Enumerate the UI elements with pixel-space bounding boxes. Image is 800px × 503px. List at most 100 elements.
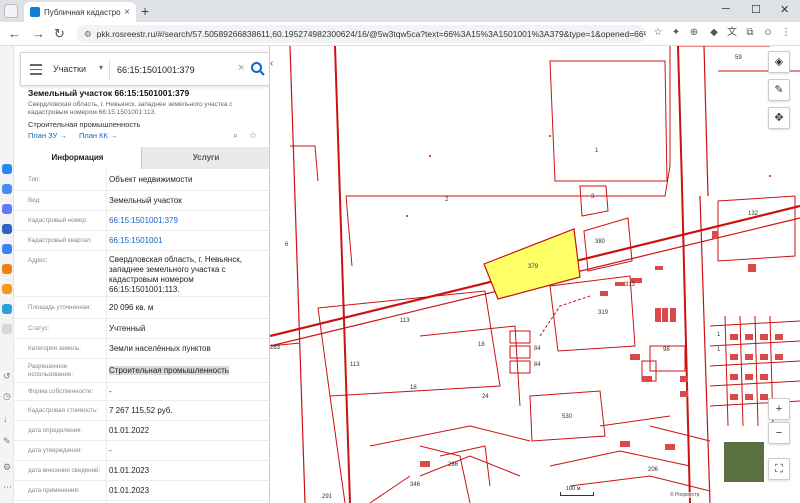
- parcel-purpose: Строительная промышленность: [28, 120, 141, 129]
- parcel-label: 132: [748, 211, 759, 217]
- divider: [109, 60, 110, 80]
- extensions-puzzle-icon[interactable]: ⧉: [744, 27, 756, 39]
- parcel-label: 84: [534, 346, 541, 352]
- satellite-minimap[interactable]: [723, 441, 765, 483]
- field-value: 7 267 115,52 руб.: [109, 406, 173, 415]
- reload-button[interactable]: ↻: [54, 26, 65, 42]
- chevron-down-icon[interactable]: ▾: [99, 63, 103, 72]
- layers-button[interactable]: ◈: [768, 51, 790, 73]
- cadastral-number-link[interactable]: 66:15:1501001:379: [109, 216, 259, 226]
- tab-services[interactable]: Услуги: [142, 147, 269, 169]
- settings-icon[interactable]: ⚙: [3, 462, 11, 472]
- field-label: дата внесения сведений:: [28, 467, 101, 474]
- table-row: Тип: Объект недвижимости: [14, 169, 269, 191]
- chart-icon[interactable]: [2, 204, 12, 214]
- mail-icon[interactable]: [2, 224, 12, 234]
- favorite-star-icon[interactable]: ☆: [249, 130, 257, 141]
- parcel-label: 98: [663, 347, 670, 353]
- search-icon[interactable]: [250, 61, 266, 77]
- field-label: дата применения:: [28, 487, 80, 494]
- plan-kk-link[interactable]: План КК →: [79, 131, 118, 140]
- telegram-icon[interactable]: [2, 304, 12, 314]
- field-value: Строительная промышленность: [109, 366, 259, 376]
- minimize-button[interactable]: ─: [722, 3, 730, 15]
- download-icon[interactable]: ↓: [3, 414, 8, 424]
- plan-links: План ЗУ → План КК →: [28, 131, 129, 140]
- table-row: Адрес: Свердловская область, г. Невьянск…: [14, 251, 269, 297]
- parcel-label: 24: [482, 394, 489, 400]
- bookmark-star-icon[interactable]: ☆: [652, 27, 664, 39]
- parcel-address: Свердловская область, г. Невьянск, запад…: [28, 101, 233, 116]
- parcel-label: 18: [410, 385, 417, 391]
- zoom-in-button[interactable]: +: [768, 398, 790, 420]
- plan-zu-link[interactable]: План ЗУ →: [28, 131, 67, 140]
- new-tab-button[interactable]: +: [141, 2, 149, 20]
- cadastral-map[interactable]: 59 1 2 3 6 132 380 379 313 319 113 18 84…: [270, 46, 800, 503]
- back-button[interactable]: ←: [8, 26, 21, 42]
- tools-icon[interactable]: ✎: [3, 436, 11, 446]
- search-type-select[interactable]: Участки: [53, 64, 86, 74]
- forward-button[interactable]: →: [32, 26, 45, 42]
- parcel-label: 1: [717, 332, 721, 338]
- more-icon[interactable]: ⋯: [3, 482, 12, 492]
- map-canvas[interactable]: 59 1 2 3 6 132 380 379 313 319 113 18 84…: [270, 46, 800, 503]
- site-info-icon[interactable]: ⚙: [84, 29, 92, 39]
- table-row: дата утверждения: -: [14, 441, 269, 461]
- table-row: Кадастровый квартал: 66:15:1501001: [14, 231, 269, 251]
- parcel-label: 530: [562, 414, 573, 420]
- tab-close-icon[interactable]: ×: [124, 7, 130, 18]
- translate-icon[interactable]: 文: [726, 27, 738, 39]
- address-bar[interactable]: ⚙ pkk.rosreestr.ru/#/search/57.5058926683…: [76, 25, 646, 43]
- clear-icon[interactable]: ×: [238, 62, 244, 74]
- field-label: Статус:: [28, 325, 50, 332]
- field-label: Кадастровая стоимость:: [28, 407, 98, 414]
- parcel-title: Земельный участок 66:15:1501001:379: [28, 88, 190, 98]
- fullscreen-button[interactable]: ⛶: [768, 458, 790, 480]
- info-panel: Участки ▾ × Земельный участок 66:15:1501…: [14, 46, 270, 503]
- tab-actions-icon[interactable]: [4, 4, 18, 18]
- map-attribution: © Росреестр: [670, 492, 700, 498]
- locate-button[interactable]: ✥: [768, 107, 790, 129]
- browser-tab-bar: Публичная кадастровая ка × + ─ ☐ ✕: [0, 0, 800, 22]
- clock-icon[interactable]: ◷: [3, 391, 11, 401]
- menu-icon[interactable]: [30, 64, 42, 78]
- search-object-icon[interactable]: ⌕: [233, 130, 238, 141]
- field-value: -: [109, 446, 112, 455]
- field-label: Кадастровый номер:: [28, 217, 88, 224]
- ok-icon[interactable]: [2, 264, 12, 274]
- maximize-button[interactable]: ☐: [751, 3, 761, 16]
- parcel-label: 6: [285, 242, 289, 248]
- parcel-label-379: 379: [528, 264, 539, 270]
- field-value: Свердловская область, г. Невьянск, запад…: [109, 255, 242, 294]
- field-value: Объект недвижимости: [109, 175, 193, 184]
- url-text: pkk.rosreestr.ru/#/search/57.50589266838…: [96, 29, 646, 39]
- ruler-button[interactable]: ✎: [768, 79, 790, 101]
- browser-tab[interactable]: Публичная кадастровая ка ×: [24, 2, 136, 22]
- browser-toolbar: ← → ↻ ⚙ pkk.rosreestr.ru/#/search/57.5058…: [0, 22, 800, 46]
- history-icon[interactable]: ↺: [3, 371, 11, 381]
- field-label: Форма собственности:: [28, 388, 94, 395]
- parcel-label: 313: [625, 282, 636, 288]
- field-value: Земельный участок: [109, 196, 182, 205]
- cadastral-quarter-link[interactable]: 66:15:1501001: [109, 236, 259, 246]
- search-input[interactable]: [117, 61, 237, 79]
- browser-sidebar: ↺ ◷ ↓ ✎ ⚙ ⋯: [0, 46, 14, 503]
- music-icon[interactable]: [2, 184, 12, 194]
- zoom-out-button[interactable]: −: [768, 422, 790, 444]
- extension-icon[interactable]: ⊕: [688, 27, 700, 39]
- menu-icon[interactable]: ⋮: [780, 27, 792, 39]
- close-window-button[interactable]: ✕: [780, 3, 789, 16]
- field-label: Категория земель:: [28, 345, 81, 352]
- field-value: -: [109, 387, 112, 396]
- tab-info[interactable]: Информация: [14, 147, 142, 169]
- parcel-label: 380: [595, 239, 606, 245]
- collapse-panel-icon[interactable]: ‹: [270, 58, 273, 69]
- ok-icon[interactable]: [2, 284, 12, 294]
- cloud-icon[interactable]: [2, 244, 12, 254]
- profile-icon[interactable]: ☺: [762, 27, 774, 39]
- extension-icon[interactable]: ◆: [708, 27, 720, 39]
- table-row: дата применения: 01.01.2023: [14, 481, 269, 501]
- panel-icon[interactable]: [2, 324, 12, 334]
- vk-icon[interactable]: [2, 164, 12, 174]
- extension-icon[interactable]: ✦: [670, 27, 682, 39]
